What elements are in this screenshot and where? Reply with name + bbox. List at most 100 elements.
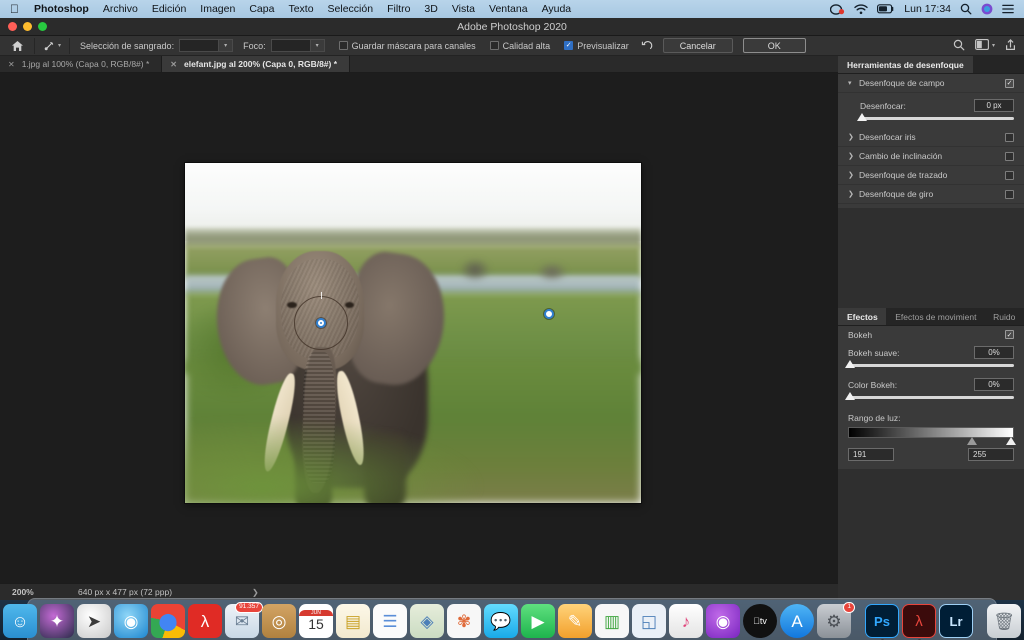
tab-efectos[interactable]: Efectos xyxy=(838,308,887,325)
light-range-min-knob[interactable] xyxy=(967,437,978,445)
preview-checkbox[interactable]: Previsualizar xyxy=(564,41,629,51)
dock-item-keynote[interactable]: ◱ xyxy=(632,604,666,638)
tab-ruido[interactable]: Ruido xyxy=(984,308,1024,325)
search-icon[interactable] xyxy=(953,39,965,53)
chevron-right-icon[interactable]: ❯ xyxy=(848,152,859,160)
dock-item-pages[interactable]: ✎ xyxy=(558,604,592,638)
bleed-selection-control[interactable]: ▾ xyxy=(179,39,234,52)
menu-item-capa[interactable]: Capa xyxy=(242,3,281,15)
blur-amount-slider-knob[interactable] xyxy=(857,113,867,121)
blur-item-path-blur-checkbox[interactable] xyxy=(1005,170,1014,180)
share-icon[interactable] xyxy=(1005,38,1016,53)
chevron-right-icon[interactable]: ❯ xyxy=(848,190,859,198)
close-icon[interactable]: ✕ xyxy=(170,60,177,69)
blur-item-field-blur-checkbox[interactable] xyxy=(1005,78,1014,88)
blur-amount-slider-track[interactable] xyxy=(857,113,1014,121)
blur-item-tilt-shift[interactable]: ❯ Cambio de inclinación xyxy=(838,147,1024,166)
zoom-level[interactable]: 200% xyxy=(0,587,70,597)
dock-item-acrobat-reader[interactable]: λ xyxy=(188,604,222,638)
spotlight-search-icon[interactable] xyxy=(960,3,972,15)
menu-item-ventana[interactable]: Ventana xyxy=(482,3,535,15)
bokeh-row[interactable]: Bokeh ✓ xyxy=(838,326,1024,343)
blur-pin-secondary-dot[interactable] xyxy=(544,309,554,319)
dock-item-messages[interactable]: 💬 xyxy=(484,604,518,638)
document-tab-2[interactable]: ✕ elefant.jpg al 200% (Capa 0, RGB/8#) * xyxy=(162,56,351,72)
blur-tool-icon[interactable]: ▾ xyxy=(35,40,69,52)
blur-item-iris-blur[interactable]: ❯ Desenfocar iris xyxy=(838,128,1024,147)
menu-item-3d[interactable]: 3D xyxy=(417,3,444,15)
dock-item-launchpad[interactable]: ➤ xyxy=(77,604,111,638)
dock-item-photoshop[interactable]: Ps xyxy=(865,604,899,640)
tab-efectos-movimiento[interactable]: Efectos de movimient xyxy=(886,308,985,325)
blur-item-tilt-shift-checkbox[interactable] xyxy=(1005,151,1014,161)
save-mask-checkbox-box[interactable] xyxy=(338,41,348,50)
canvas-area[interactable] xyxy=(0,73,838,583)
dock-item-mail[interactable]: ✉ 91.357 xyxy=(225,602,263,638)
chevron-down-icon[interactable]: ▾ xyxy=(992,42,995,49)
document-canvas[interactable] xyxy=(185,163,641,503)
menu-item-photoshop[interactable]: Photoshop xyxy=(27,3,96,15)
bleed-selection-input[interactable] xyxy=(179,39,220,52)
high-quality-checkbox[interactable]: Calidad alta xyxy=(489,41,550,51)
ok-button[interactable]: OK xyxy=(742,38,806,53)
dock-item-lightroom[interactable]: Lr xyxy=(939,604,973,638)
notification-center-icon[interactable] xyxy=(1002,4,1014,14)
menu-item-ayuda[interactable]: Ayuda xyxy=(535,3,579,15)
close-icon[interactable]: ✕ xyxy=(8,60,15,69)
apple-logo-icon[interactable]:  xyxy=(10,3,19,15)
chevron-right-icon[interactable]: ❯ xyxy=(848,171,859,179)
focus-input[interactable] xyxy=(270,39,311,52)
screen-record-icon[interactable] xyxy=(830,3,845,15)
preview-checkbox-box[interactable] xyxy=(564,41,574,50)
dock-item-reminders[interactable]: ☰ xyxy=(373,604,407,638)
cancel-button[interactable]: Cancelar xyxy=(662,38,733,53)
bokeh-checkbox[interactable]: ✓ xyxy=(1005,330,1014,339)
home-icon[interactable] xyxy=(0,40,34,52)
dock-item-acrobat[interactable]: λ xyxy=(902,604,936,640)
dock-item-safari[interactable]: ◉ xyxy=(114,604,148,638)
soft-bokeh-value[interactable]: 0% xyxy=(974,346,1014,359)
blur-item-iris-blur-checkbox[interactable] xyxy=(1005,132,1014,142)
blur-item-spin-blur[interactable]: ❯ Desenfoque de giro xyxy=(838,185,1024,204)
dock-item-contacts[interactable]: ◎ xyxy=(262,604,296,638)
blur-amount-value[interactable]: 0 px xyxy=(974,99,1014,112)
workspace-layout-icon[interactable] xyxy=(975,39,989,52)
dock-item-numbers[interactable]: ▥ xyxy=(595,604,629,638)
menu-item-vista[interactable]: Vista xyxy=(445,3,482,15)
dock-item-chrome[interactable]: ⬤ xyxy=(151,604,185,638)
chevron-right-icon[interactable]: ❯ xyxy=(848,133,859,141)
dock-item-podcasts[interactable]: ◉ xyxy=(706,604,740,638)
blur-pin-primary-dot[interactable] xyxy=(316,318,326,328)
tab-blur-tools[interactable]: Herramientas de desenfoque xyxy=(838,56,973,73)
wifi-icon[interactable] xyxy=(854,3,868,15)
blur-item-field-blur[interactable]: ▾ Desenfoque de campo xyxy=(838,74,1024,93)
reset-arrow-icon[interactable] xyxy=(641,40,653,52)
menu-item-imagen[interactable]: Imagen xyxy=(193,3,242,15)
menu-item-texto[interactable]: Texto xyxy=(281,3,320,15)
light-range-max-input[interactable]: 255 xyxy=(968,448,1014,461)
bleed-selection-chevron-down-icon[interactable]: ▾ xyxy=(219,39,234,52)
dock-item-calendar[interactable]: JUN 15 xyxy=(299,604,333,638)
menu-bar-clock[interactable]: Lun 17:34 xyxy=(904,3,951,15)
chevron-down-icon[interactable]: ▾ xyxy=(58,42,61,49)
dock-item-notes[interactable]: ▤ xyxy=(336,604,370,638)
focus-control[interactable]: ▾ xyxy=(270,39,325,52)
dock-item-finder[interactable]: ☺ xyxy=(3,604,37,638)
high-quality-checkbox-box[interactable] xyxy=(489,41,499,50)
light-range-max-knob[interactable] xyxy=(1006,437,1017,445)
color-bokeh-slider-knob[interactable] xyxy=(845,392,855,400)
blur-item-spin-blur-checkbox[interactable] xyxy=(1005,189,1014,199)
save-mask-checkbox[interactable]: Guardar máscara para canales xyxy=(338,41,476,51)
soft-bokeh-slider-track[interactable] xyxy=(845,360,1014,368)
blur-item-path-blur[interactable]: ❯ Desenfoque de trazado xyxy=(838,166,1024,185)
dock-item-photos[interactable]: ✾ xyxy=(447,604,481,638)
menu-item-archivo[interactable]: Archivo xyxy=(96,3,145,15)
focus-chevron-down-icon[interactable]: ▾ xyxy=(310,39,325,52)
soft-bokeh-slider-knob[interactable] xyxy=(845,360,855,368)
color-bokeh-slider-track[interactable] xyxy=(845,392,1014,400)
color-bokeh-value[interactable]: 0% xyxy=(974,378,1014,391)
blur-pin-handle[interactable] xyxy=(320,292,322,299)
dock-item-trash[interactable]: 🗑 xyxy=(987,604,1021,638)
menu-item-seleccion[interactable]: Selección xyxy=(321,3,381,15)
light-range-min-input[interactable]: 191 xyxy=(848,448,894,461)
